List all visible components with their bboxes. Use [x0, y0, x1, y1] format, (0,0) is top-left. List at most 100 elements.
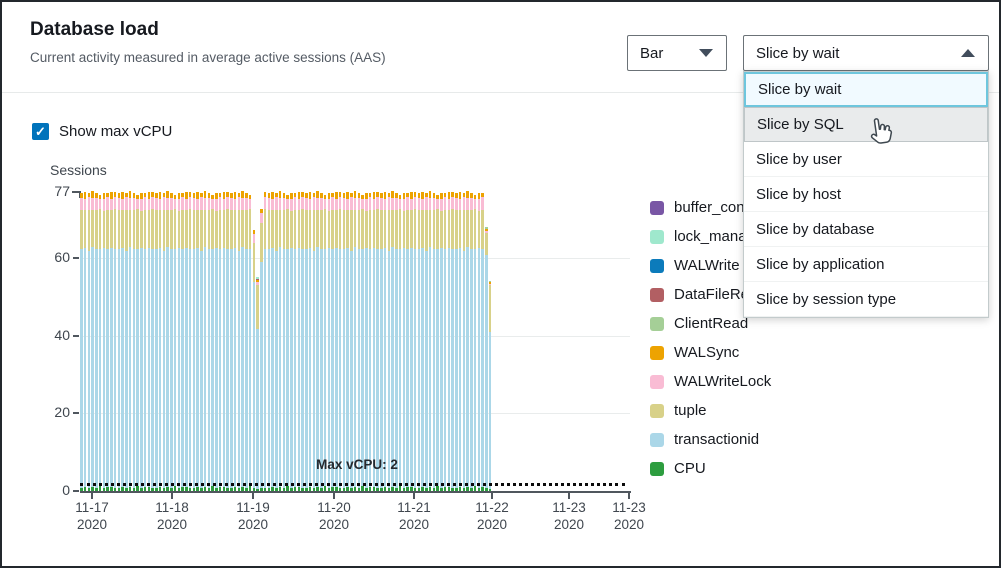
bar[interactable]: [245, 193, 248, 491]
bar[interactable]: [140, 193, 143, 491]
bar[interactable]: [436, 195, 439, 491]
bar[interactable]: [103, 193, 106, 491]
bar[interactable]: [384, 192, 387, 491]
bar[interactable]: [290, 193, 293, 491]
bar[interactable]: [181, 193, 184, 491]
bar[interactable]: [253, 230, 256, 491]
bar[interactable]: [425, 193, 428, 491]
bar[interactable]: [166, 191, 169, 491]
bar[interactable]: [241, 191, 244, 491]
bar[interactable]: [489, 281, 492, 491]
dropdown-option-slice-by-wait[interactable]: Slice by wait: [744, 72, 988, 107]
bar[interactable]: [178, 193, 181, 491]
bar[interactable]: [88, 193, 91, 491]
bar[interactable]: [268, 193, 271, 491]
bar[interactable]: [463, 193, 466, 491]
bar[interactable]: [466, 191, 469, 491]
bar[interactable]: [343, 193, 346, 491]
bar[interactable]: [429, 191, 432, 491]
bar[interactable]: [238, 193, 241, 491]
bar[interactable]: [380, 193, 383, 491]
bar[interactable]: [155, 193, 158, 491]
bar[interactable]: [208, 193, 211, 491]
bar[interactable]: [125, 193, 128, 491]
bar[interactable]: [391, 191, 394, 491]
slice-by-select[interactable]: Slice by wait: [743, 35, 989, 71]
show-max-vcpu-label[interactable]: Show max vCPU: [59, 123, 172, 140]
bar[interactable]: [219, 193, 222, 491]
bar[interactable]: [440, 193, 443, 491]
bar[interactable]: [350, 193, 353, 491]
dropdown-option-slice-by-session-type[interactable]: Slice by session type: [744, 282, 988, 317]
bar[interactable]: [320, 193, 323, 491]
bar[interactable]: [373, 192, 376, 491]
legend-item-walwritelock[interactable]: WALWriteLock: [650, 367, 771, 396]
dropdown-option-slice-by-application[interactable]: Slice by application: [744, 247, 988, 282]
bar[interactable]: [260, 209, 263, 491]
bar[interactable]: [95, 193, 98, 491]
bar[interactable]: [361, 195, 364, 491]
bar[interactable]: [118, 193, 121, 491]
bar[interactable]: [223, 192, 226, 491]
bar[interactable]: [313, 193, 316, 491]
bar[interactable]: [279, 191, 282, 491]
dropdown-option-slice-by-database[interactable]: Slice by database: [744, 212, 988, 247]
bar[interactable]: [91, 191, 94, 491]
bar[interactable]: [271, 192, 274, 491]
bar[interactable]: [256, 277, 259, 491]
bar[interactable]: [283, 193, 286, 491]
bar[interactable]: [474, 195, 477, 491]
bar[interactable]: [80, 193, 83, 491]
bar[interactable]: [200, 193, 203, 491]
bar[interactable]: [365, 193, 368, 491]
bar[interactable]: [136, 195, 139, 491]
bar[interactable]: [331, 193, 334, 491]
bar[interactable]: [485, 227, 488, 491]
bar[interactable]: [358, 193, 361, 491]
bar[interactable]: [316, 191, 319, 491]
bar[interactable]: [226, 192, 229, 491]
bar[interactable]: [470, 193, 473, 491]
bar[interactable]: [204, 191, 207, 491]
bar[interactable]: [478, 193, 481, 491]
chart-type-select[interactable]: Bar: [627, 35, 727, 71]
bar[interactable]: [399, 195, 402, 491]
bar[interactable]: [294, 193, 297, 491]
bar[interactable]: [309, 192, 312, 491]
bar[interactable]: [144, 193, 147, 491]
bar[interactable]: [301, 192, 304, 491]
bar[interactable]: [406, 193, 409, 491]
bar[interactable]: [133, 193, 136, 491]
bar[interactable]: [264, 192, 267, 491]
bar[interactable]: [193, 193, 196, 491]
bar[interactable]: [211, 195, 214, 491]
bar[interactable]: [448, 192, 451, 491]
bar[interactable]: [455, 193, 458, 491]
bar[interactable]: [99, 195, 102, 491]
bar[interactable]: [185, 192, 188, 491]
bar[interactable]: [376, 192, 379, 491]
bar[interactable]: [129, 191, 132, 491]
bar[interactable]: [451, 192, 454, 491]
bar[interactable]: [444, 193, 447, 491]
bar[interactable]: [189, 192, 192, 491]
bar[interactable]: [335, 192, 338, 491]
bar[interactable]: [388, 193, 391, 491]
bar[interactable]: [418, 193, 421, 491]
bar[interactable]: [174, 195, 177, 491]
bar[interactable]: [163, 193, 166, 491]
bar[interactable]: [324, 195, 327, 491]
dropdown-option-slice-by-host[interactable]: Slice by host: [744, 177, 988, 212]
bar[interactable]: [403, 193, 406, 491]
bar[interactable]: [249, 195, 252, 491]
legend-item-transactionid[interactable]: transactionid: [650, 425, 771, 454]
bar[interactable]: [106, 193, 109, 491]
bar[interactable]: [121, 192, 124, 491]
bar[interactable]: [433, 193, 436, 491]
bar[interactable]: [305, 193, 308, 491]
bar[interactable]: [234, 192, 237, 491]
legend-item-tuple[interactable]: tuple: [650, 396, 771, 425]
bar[interactable]: [114, 192, 117, 491]
bar[interactable]: [275, 193, 278, 491]
show-max-vcpu-checkbox[interactable]: ✓: [32, 123, 49, 140]
